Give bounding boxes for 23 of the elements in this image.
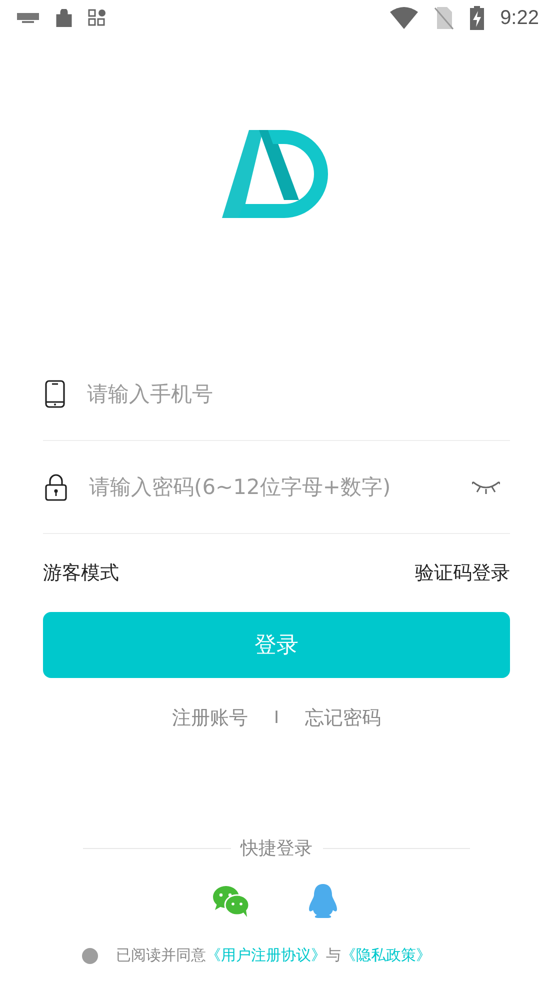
clock-time: 9:22 bbox=[500, 6, 539, 30]
lock-icon bbox=[45, 473, 67, 501]
password-input[interactable]: 请输入密码(6~12位字母+数字) bbox=[89, 475, 450, 499]
quick-login-title: 快捷登录 bbox=[240, 837, 312, 860]
privacy-policy-link[interactable]: 《隐私政策》 bbox=[341, 946, 431, 964]
wifi-icon bbox=[390, 7, 418, 29]
battery-charging-icon bbox=[470, 6, 484, 30]
separator-text: I bbox=[274, 708, 279, 728]
login-button[interactable]: 登录 bbox=[43, 612, 510, 678]
apps-icon bbox=[88, 9, 106, 27]
forgot-password-link[interactable]: 忘记密码 bbox=[305, 705, 381, 731]
guest-mode-link[interactable]: 游客模式 bbox=[43, 560, 119, 586]
keyboard-icon bbox=[16, 12, 40, 24]
closed-eye-icon[interactable] bbox=[472, 479, 500, 495]
user-agreement-link[interactable]: 《用户注册协议》 bbox=[206, 946, 326, 964]
agreement-text: 已阅读并同意《用户注册协议》与《隐私政策》 bbox=[116, 946, 431, 965]
phone-icon bbox=[45, 380, 65, 408]
register-link[interactable]: 注册账号 bbox=[172, 705, 248, 731]
phone-input[interactable]: 请输入手机号 bbox=[87, 382, 510, 406]
code-login-link[interactable]: 验证码登录 bbox=[415, 560, 510, 586]
shopping-bag-icon bbox=[56, 9, 72, 27]
agree-checkbox[interactable] bbox=[82, 948, 98, 964]
no-sim-icon bbox=[434, 6, 454, 30]
